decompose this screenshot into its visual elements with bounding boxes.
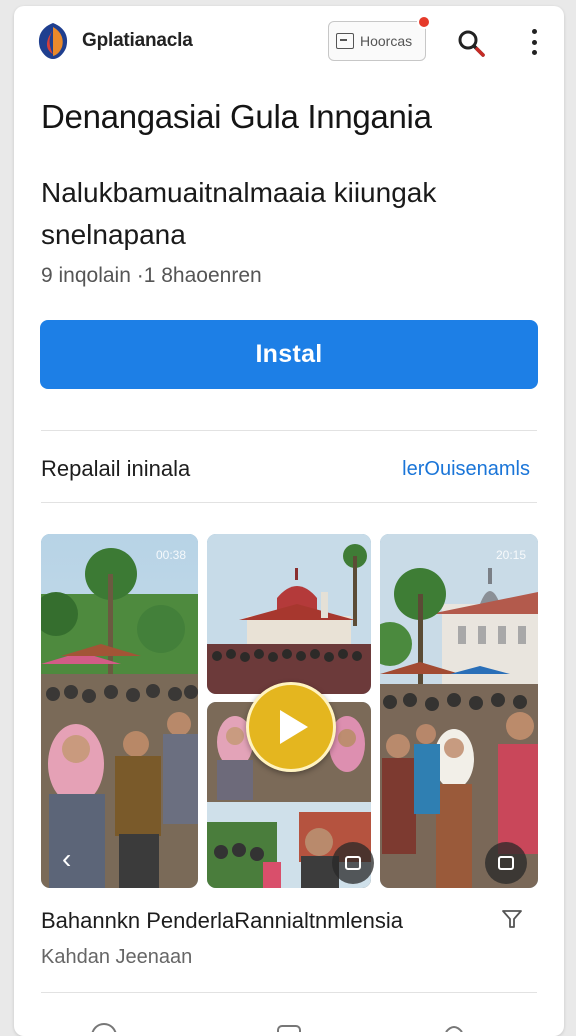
gallery-image-2[interactable]: [207, 534, 371, 694]
section-link[interactable]: lerOuisenamls: [402, 458, 530, 481]
divider: [41, 502, 537, 503]
filter-icon[interactable]: [501, 908, 523, 930]
search-icon[interactable]: [456, 28, 486, 58]
video-duration-badge: 20:15: [495, 548, 526, 562]
chip-label: Hoorcas: [360, 33, 413, 49]
video-duration-badge: 00:38: [155, 548, 186, 562]
gallery-caption-subtitle: Kahdan Jeenaan: [41, 946, 193, 968]
gallery-image-1[interactable]: 00:38: [41, 534, 198, 888]
install-button[interactable]: Instal: [40, 320, 538, 389]
app-detail-card: Gplatianacla Hoorcas Denangasiai Gula In…: [14, 6, 564, 1036]
more-options-icon[interactable]: [522, 26, 546, 58]
app-logo-icon: [38, 23, 68, 59]
app-name: Gplatianacla: [82, 30, 193, 51]
play-button[interactable]: [246, 682, 336, 772]
top-bar: Gplatianacla Hoorcas: [14, 6, 564, 76]
notification-badge: [417, 15, 431, 29]
inbox-icon: [336, 33, 354, 49]
gallery-image-4[interactable]: 20:15: [380, 534, 538, 888]
section-title: Repalail ininala: [41, 456, 191, 481]
app-subtitle: Nalukbamuaitnalmaaia kiiungak snelnapana: [41, 177, 437, 250]
gallery-caption-title: Bahannkn PenderlaRannialtnmlensia: [41, 908, 404, 933]
divider: [41, 992, 537, 993]
app-meta: 9 inqolain ·1 8haoenren: [41, 264, 262, 287]
app-title: Denangasiai Gula Inngania: [41, 98, 432, 135]
share-icon[interactable]: [332, 842, 374, 884]
divider: [41, 430, 537, 431]
notifications-chip[interactable]: Hoorcas: [328, 15, 431, 61]
chat-icon[interactable]: [485, 842, 527, 884]
bottom-nav-icons: [91, 1023, 463, 1032]
chevron-left-icon[interactable]: ‹: [62, 844, 92, 874]
